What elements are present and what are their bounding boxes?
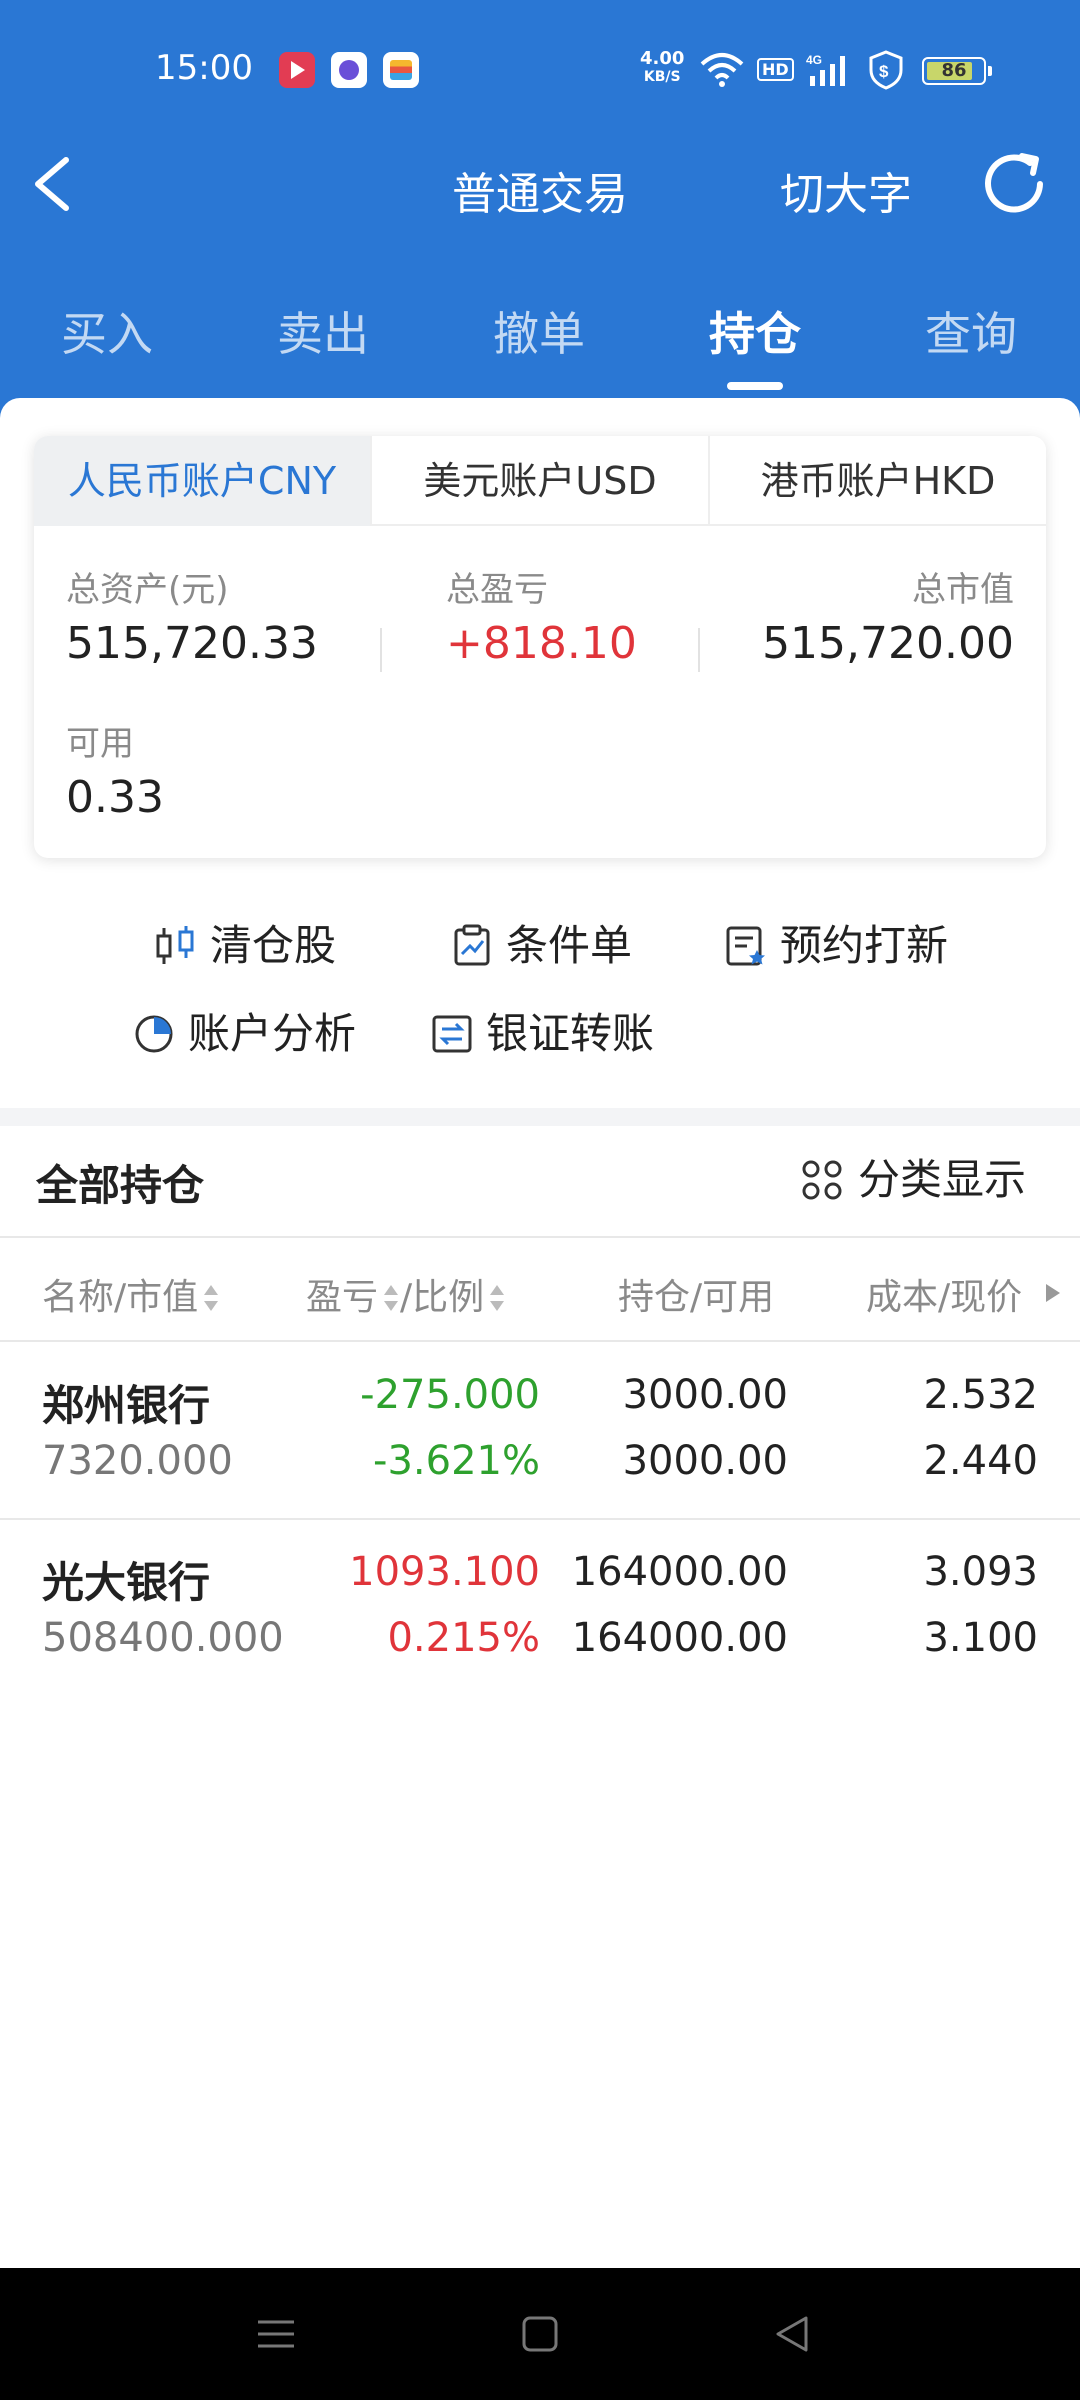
classify-display-label: 分类显示: [858, 1155, 1027, 1204]
available-value: 0.33: [66, 772, 164, 823]
network-speed-unit: KB/S: [643, 69, 681, 85]
market-value-value: 515,720.00: [762, 618, 1014, 669]
total-assets-label: 总资产(元): [66, 570, 229, 610]
wallet-app-icon: [383, 52, 419, 88]
divider: [698, 628, 700, 672]
chat-app-icon: [331, 52, 367, 88]
sort-icon: [488, 1281, 506, 1317]
transfer-icon: [432, 1015, 472, 1053]
section-separator: [0, 1108, 1080, 1126]
total-pl-value: +818.10: [446, 618, 637, 669]
status-time: 15:00: [155, 48, 253, 88]
col-position-available[interactable]: 持仓/可用: [618, 1268, 774, 1320]
tab-query[interactable]: 查询: [901, 298, 1041, 364]
table-row[interactable]: 郑州银行 7320.000 -275.000 -3.621% 3000.00 3…: [0, 1342, 1080, 1518]
account-tab-usd[interactable]: 美元账户USD: [370, 436, 708, 526]
stock-available: 3000.00: [622, 1438, 788, 1484]
bank-transfer-button[interactable]: 银证转账: [430, 1004, 670, 1064]
account-tab-cny[interactable]: 人民币账户CNY: [34, 436, 370, 526]
hd-badge: HD: [757, 58, 794, 81]
reserve-ipo-button[interactable]: 预约打新: [724, 916, 964, 976]
clear-stock-button[interactable]: 清仓股: [154, 916, 354, 976]
tab-sell[interactable]: 卖出: [253, 298, 393, 364]
refresh-icon[interactable]: [976, 146, 1052, 222]
battery-icon: 86: [922, 57, 992, 85]
pie-chart-icon: [135, 1015, 173, 1053]
col-pl-label: 盈亏: [306, 1277, 379, 1318]
total-assets-value: 515,720.33: [66, 618, 318, 669]
signal-icon: 4G: [806, 53, 845, 86]
stock-name: 光大银行: [42, 1558, 211, 1607]
total-pl-label: 总盈亏: [446, 570, 548, 610]
svg-text:4G: 4G: [806, 53, 822, 67]
tab-cancel-order[interactable]: 撤单: [469, 298, 609, 364]
back-nav-icon[interactable]: [766, 2308, 818, 2360]
col-cost-price[interactable]: 成本/现价: [866, 1268, 1022, 1320]
available-label: 可用: [66, 724, 134, 764]
col-ratio-label: /比例: [400, 1277, 485, 1318]
nav-bar: 普通交易 切大字: [0, 140, 1080, 270]
sort-icon: [382, 1281, 400, 1317]
conditional-order-label: 条件单: [506, 921, 633, 970]
video-app-icon: [279, 52, 315, 88]
trade-tabs: 买入 卖出 撤单 持仓 查询: [0, 270, 1080, 400]
divider: [0, 1236, 1080, 1238]
stock-pl-ratio: -3.621%: [373, 1438, 540, 1484]
active-tab-indicator: [727, 382, 783, 390]
col-name-market-value-label: 名称/市值: [42, 1277, 199, 1318]
stock-market-value: 7320.000: [42, 1438, 233, 1484]
conditional-order-button[interactable]: 条件单: [450, 916, 650, 976]
home-icon[interactable]: [514, 2308, 566, 2360]
stock-price: 3.100: [923, 1615, 1038, 1661]
wifi-icon: [700, 53, 744, 87]
scroll-right-arrow-icon[interactable]: [1046, 1284, 1060, 1302]
candlestick-icon: [156, 926, 194, 964]
stock-cost: 2.532: [923, 1372, 1038, 1418]
network-speed: 4.00 KB/S: [640, 50, 684, 86]
stock-name: 郑州银行: [42, 1381, 211, 1430]
col-name-market-value[interactable]: 名称/市值: [42, 1268, 220, 1320]
sort-icon: [202, 1281, 220, 1317]
stock-pl-ratio: 0.215%: [387, 1615, 540, 1661]
big-font-button[interactable]: 切大字: [780, 158, 912, 222]
account-summary-card: 人民币账户CNY 美元账户USD 港币账户HKD 总资产(元) 515,720.…: [34, 436, 1046, 858]
network-speed-value: 4.00: [640, 48, 685, 69]
table-row[interactable]: 光大银行 508400.000 1093.100 0.215% 164000.0…: [0, 1519, 1080, 1695]
clipboard-chart-icon: [454, 924, 490, 966]
col-pl-ratio[interactable]: 盈亏/比例: [306, 1268, 506, 1320]
category-grid-icon: [802, 1160, 842, 1200]
bank-transfer-label: 银证转账: [486, 1009, 655, 1058]
market-value-label: 总市值: [912, 570, 1014, 610]
security-shield-icon: $: [869, 50, 903, 90]
account-tabs: 人民币账户CNY 美元账户USD 港币账户HKD: [34, 436, 1046, 526]
stock-price: 2.440: [923, 1438, 1038, 1484]
battery-level: 86: [941, 60, 967, 81]
menu-icon[interactable]: [250, 2308, 302, 2360]
stock-position: 3000.00: [622, 1372, 788, 1418]
account-analysis-button[interactable]: 账户分析: [132, 1004, 372, 1064]
page-title: 普通交易: [452, 169, 628, 220]
svg-text:$: $: [879, 62, 889, 81]
stock-available: 164000.00: [571, 1615, 788, 1661]
account-tab-hkd[interactable]: 港币账户HKD: [708, 436, 1046, 526]
tab-buy[interactable]: 买入: [37, 298, 177, 364]
stock-market-value: 508400.000: [42, 1615, 284, 1661]
account-analysis-label: 账户分析: [188, 1009, 357, 1058]
clear-stock-label: 清仓股: [210, 921, 337, 970]
divider: [380, 628, 382, 672]
reserve-ipo-icon: [726, 926, 765, 966]
stock-cost: 3.093: [923, 1549, 1038, 1595]
tab-positions[interactable]: 持仓: [685, 298, 825, 364]
stock-pl: -275.000: [360, 1372, 540, 1418]
reserve-ipo-label: 预约打新: [780, 921, 949, 970]
status-bar: 15:00 4.00 KB/S HD 4G $ 86: [0, 0, 1080, 140]
stock-pl: 1093.100: [349, 1549, 540, 1595]
stock-position: 164000.00: [571, 1549, 788, 1595]
holdings-title: 全部持仓: [36, 1161, 205, 1210]
system-nav-bar: [0, 2268, 1080, 2400]
